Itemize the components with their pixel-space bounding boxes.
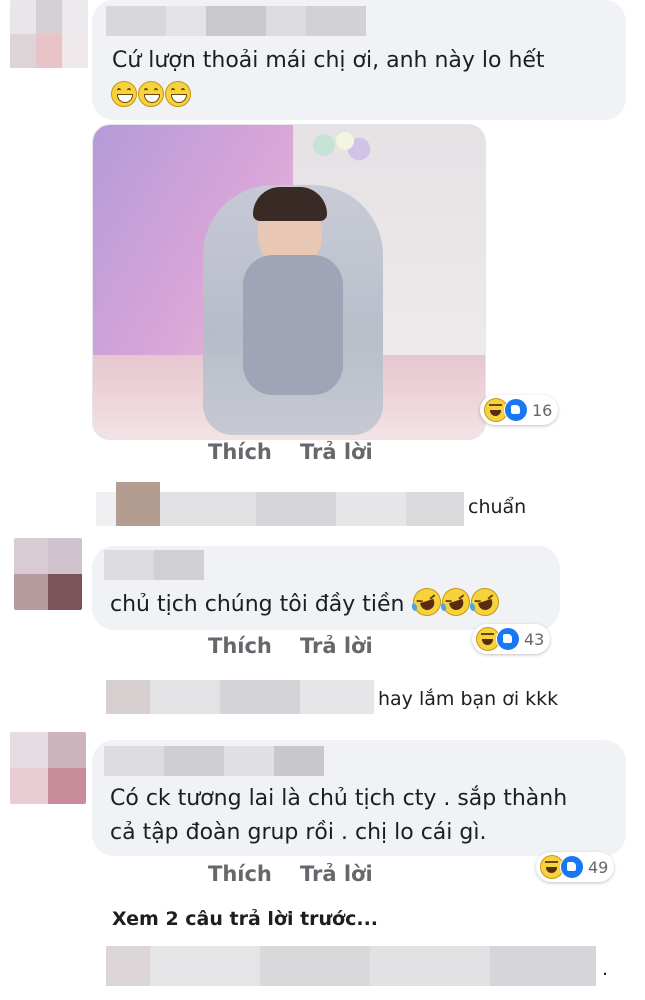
grin-emoji [138, 81, 164, 107]
commenter-name[interactable] [106, 6, 366, 36]
like-button[interactable]: Thích [208, 862, 272, 886]
like-reaction-icon [504, 398, 528, 422]
comment-actions: Thích Trả lời [0, 440, 645, 470]
reply-button[interactable]: Trả lời [300, 862, 373, 886]
reply-author-blur[interactable] [106, 680, 374, 714]
comment-text-line1: Có ck tương lai là chủ tịch cty . sắp th… [110, 786, 568, 811]
reaction-summary[interactable]: 16 [480, 395, 559, 425]
reply-author-blur[interactable] [106, 946, 596, 986]
grin-emoji [111, 81, 137, 107]
comment-actions: Thích Trả lời [0, 634, 645, 664]
like-button[interactable]: Thích [208, 634, 272, 658]
comment-text: Cứ lượn thoải mái chị ơi, anh này lo hết [112, 48, 545, 73]
avatar[interactable] [10, 732, 86, 804]
commenter-name[interactable] [104, 550, 204, 580]
reaction-count: 16 [532, 400, 553, 420]
comment-text: chủ tịch chúng tôi đầy tiền [110, 584, 503, 622]
reply-button[interactable]: Trả lời [300, 440, 373, 464]
comment-actions: Thích Trả lời [0, 862, 645, 892]
comment-text-line2: cả tập đoàn grup rồi . chị lo cái gì. [110, 820, 487, 845]
reply-text: . [602, 958, 609, 980]
reply-button[interactable]: Trả lời [300, 634, 373, 658]
comment-bubble: chủ tịch chúng tôi đầy tiền [92, 546, 560, 630]
comment-bubble: Có ck tương lai là chủ tịch cty . sắp th… [92, 740, 626, 856]
rofl-emoji [437, 584, 474, 620]
rofl-emoji [408, 584, 445, 620]
view-previous-replies-link[interactable]: Xem 2 câu trả lời trước... [112, 908, 378, 930]
commenter-name[interactable] [104, 746, 324, 776]
reply-text: hay lắm bạn ơi kkk [378, 688, 559, 710]
reply-author-blur[interactable] [96, 482, 464, 526]
reply-text: chuẩn [468, 496, 527, 518]
comment-emoji-row [110, 80, 191, 114]
rofl-emoji [466, 584, 503, 620]
avatar[interactable] [14, 538, 82, 610]
grin-emoji [165, 81, 191, 107]
comment-bubble: Cứ lượn thoải mái chị ơi, anh này lo hết [92, 0, 626, 120]
avatar[interactable] [10, 0, 88, 68]
like-button[interactable]: Thích [208, 440, 272, 464]
comment-photo[interactable] [92, 124, 486, 440]
